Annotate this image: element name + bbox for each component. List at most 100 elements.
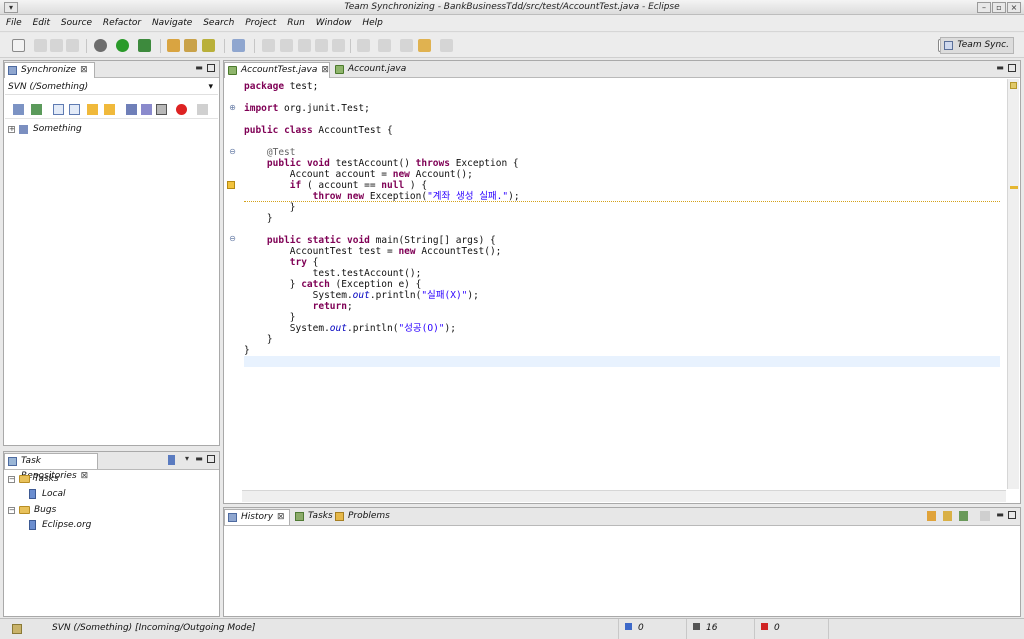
print-icon[interactable]: [66, 39, 79, 52]
code-line[interactable]: }: [244, 345, 1000, 356]
code-line[interactable]: System.out.println("실패(X)");: [244, 290, 1000, 301]
prev-annotation-icon[interactable]: [378, 39, 391, 52]
outgoing-mode-icon[interactable]: [141, 104, 152, 115]
incoming-count[interactable]: 0: [618, 619, 686, 639]
collapse-all-icon[interactable]: [69, 104, 80, 115]
add-repository-icon[interactable]: [168, 455, 175, 465]
fast-view-icon[interactable]: [12, 624, 22, 634]
menu-file[interactable]: File: [0, 15, 26, 32]
previous-difference-icon[interactable]: [104, 104, 115, 115]
save-icon[interactable]: [34, 39, 47, 52]
close-icon[interactable]: ⊠: [277, 512, 285, 522]
maximize-view-icon[interactable]: [1008, 511, 1016, 519]
pin-icon[interactable]: [197, 104, 208, 115]
code-line[interactable]: Account account = new Account();: [244, 169, 1000, 180]
code-line[interactable]: [244, 224, 1000, 235]
tree-item-local[interactable]: Local: [5, 488, 218, 501]
warning-icon[interactable]: [227, 181, 235, 189]
code-line[interactable]: public static void main(String[] args) {: [244, 235, 1000, 246]
minimize-view-icon[interactable]: ▬: [195, 64, 203, 72]
maximize-view-icon[interactable]: [1008, 64, 1016, 72]
search-icon[interactable]: [202, 39, 215, 52]
conflicts-count[interactable]: 0: [754, 619, 828, 639]
collapse-icon[interactable]: −: [8, 507, 15, 514]
vertical-scrollbar[interactable]: [1007, 79, 1019, 489]
code-line[interactable]: @Test: [244, 147, 1000, 158]
svn-participant-selector[interactable]: SVN (/Something) ▾: [5, 79, 218, 95]
code-line[interactable]: }: [244, 334, 1000, 345]
tab-problems[interactable]: Problems: [332, 509, 390, 525]
conflicts-mode-icon[interactable]: [176, 104, 187, 115]
last-edit-icon[interactable]: [400, 39, 413, 52]
code-line[interactable]: }: [244, 202, 1000, 213]
tab-accounttest-java[interactable]: AccountTest.java ⊠: [224, 62, 330, 78]
tree-item-something[interactable]: + Something: [5, 123, 218, 136]
tab-task-repositories[interactable]: Task Repositories ⊠: [4, 453, 98, 481]
commit-all-icon[interactable]: [31, 104, 42, 115]
code-line[interactable]: if ( account == null ) {: [244, 180, 1000, 191]
code-line[interactable]: public class AccountTest {: [244, 125, 1000, 136]
code-line[interactable]: throw new Exception("계좌 생성 실패.");: [244, 191, 1000, 202]
tab-account-java[interactable]: Account.java: [332, 62, 416, 78]
code-line[interactable]: return;: [244, 301, 1000, 312]
maximize-view-icon[interactable]: [207, 64, 215, 72]
incoming-mode-icon[interactable]: [126, 104, 137, 115]
expand-icon[interactable]: +: [8, 126, 15, 133]
toggle-mark-icon[interactable]: [262, 39, 275, 52]
warning-marker[interactable]: [1010, 186, 1018, 189]
view-menu-icon[interactable]: ▾: [183, 455, 191, 463]
minimize-button[interactable]: –: [977, 2, 991, 13]
maximize-button[interactable]: ▫: [992, 2, 1006, 13]
menu-source[interactable]: Source: [57, 15, 96, 32]
horizontal-scrollbar[interactable]: [242, 490, 1006, 502]
show-whitespace-icon[interactable]: [332, 39, 345, 52]
incoming-outgoing-mode-icon[interactable]: [156, 104, 167, 115]
code-line[interactable]: package test;: [244, 81, 1000, 92]
back-icon[interactable]: [418, 39, 431, 52]
perspective-team-sync-button[interactable]: Team Sync.: [940, 37, 1014, 54]
editor-gutter[interactable]: ⊕ ⊖ ⊖: [225, 79, 241, 489]
collapse-icon[interactable]: −: [8, 476, 15, 483]
code-line[interactable]: } catch (Exception e) {: [244, 279, 1000, 290]
code-line[interactable]: AccountTest test = new AccountTest();: [244, 246, 1000, 257]
code-line[interactable]: [244, 114, 1000, 125]
open-type-icon[interactable]: [167, 39, 180, 52]
menu-edit[interactable]: Edit: [29, 15, 54, 32]
menu-run[interactable]: Run: [283, 15, 309, 32]
code-line[interactable]: }: [244, 312, 1000, 323]
annotation-icon[interactable]: [280, 39, 293, 52]
code-line[interactable]: System.out.println("성공(O)");: [244, 323, 1000, 334]
next-difference-icon[interactable]: [87, 104, 98, 115]
code-line[interactable]: [244, 136, 1000, 147]
tab-synchronize[interactable]: Synchronize ⊠: [4, 62, 95, 78]
fold-collapse-icon[interactable]: ⊖: [229, 148, 236, 156]
menu-search[interactable]: Search: [199, 15, 238, 32]
run-icon[interactable]: [116, 39, 129, 52]
minimize-view-icon[interactable]: ▬: [996, 511, 1004, 519]
maximize-view-icon[interactable]: [207, 455, 215, 463]
open-folder-icon[interactable]: [184, 39, 197, 52]
code-area[interactable]: package test; import org.junit.Test; pub…: [244, 81, 1000, 367]
close-icon[interactable]: ⊠: [80, 65, 88, 75]
tree-group-bugs[interactable]: − Bugs: [5, 504, 218, 517]
menu-navigate[interactable]: Navigate: [148, 15, 196, 32]
group-by-date-icon[interactable]: [980, 511, 990, 521]
tree-item-eclipse-org[interactable]: Eclipse.org: [5, 519, 218, 532]
next-annotation-icon[interactable]: [357, 39, 370, 52]
block-select-icon[interactable]: [315, 39, 328, 52]
outgoing-count[interactable]: 16: [686, 619, 754, 639]
run-external-icon[interactable]: [138, 39, 151, 52]
synchronize-icon[interactable]: [232, 39, 245, 52]
tab-tasks[interactable]: Tasks: [292, 509, 333, 525]
code-line[interactable]: public void testAccount() throws Excepti…: [244, 158, 1000, 169]
tab-history[interactable]: History ⊠: [224, 509, 290, 525]
menu-project[interactable]: Project: [241, 15, 280, 32]
current-line-highlight[interactable]: [244, 356, 1000, 367]
new-icon[interactable]: [12, 39, 25, 52]
menu-window[interactable]: Window: [312, 15, 356, 32]
close-icon[interactable]: ⊠: [321, 65, 329, 75]
minimize-view-icon[interactable]: ▬: [195, 455, 203, 463]
pin-history-icon[interactable]: [959, 511, 968, 521]
fold-collapse-icon[interactable]: ⊖: [229, 235, 236, 243]
debug-icon[interactable]: [94, 39, 107, 52]
